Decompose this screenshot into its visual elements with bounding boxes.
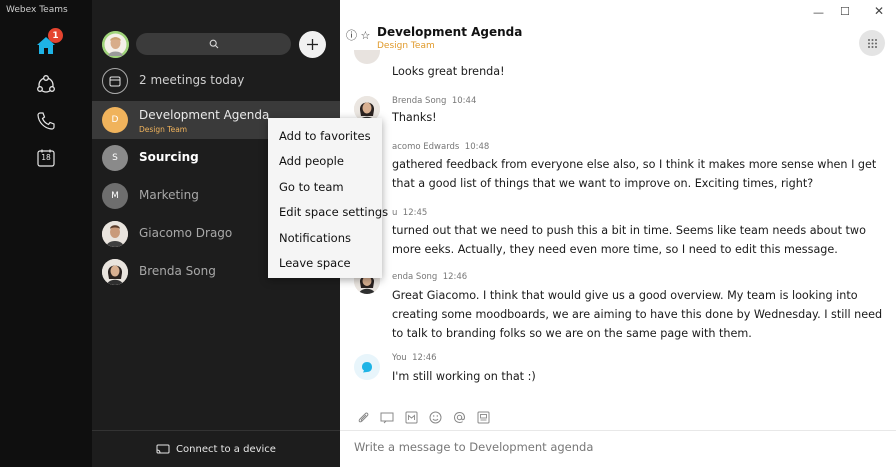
message-text: Looks great brenda! [392,65,505,78]
message-text: gathered feedback from everyone else als… [392,158,877,190]
message-author: You [392,353,407,363]
person-photo-icon [102,221,128,247]
webex-app: Webex Teams 1 18 2 meetings today D Deve… [0,0,896,467]
message-time: 10:48 [464,142,490,152]
message-author: enda Song [392,272,438,282]
space-title: Brenda Song [139,264,216,278]
home-nav[interactable]: 1 [32,28,63,59]
space-avatar: S [102,145,128,171]
message-text: Thanks! [392,111,437,124]
person-photo-icon [102,259,128,285]
teams-icon [37,75,55,93]
message-meta: Brenda Song 10:44 [392,96,476,106]
message-meta: acomo Edwards 10:48 [392,142,489,152]
person-avatar [102,259,128,285]
search-input[interactable] [136,33,291,55]
person-avatar [102,221,128,247]
emoji-icon[interactable] [428,410,442,424]
mention-icon[interactable] [452,410,466,424]
message-author: Brenda Song [392,96,447,106]
message-author: u [392,208,398,218]
message-time: 12:46 [442,272,468,282]
message-time: 12:46 [412,353,437,363]
message-meta: You 12:46 [392,353,437,363]
message-text: I'm still working on that :) [392,370,536,383]
minimize-icon[interactable]: — [813,6,824,19]
create-space-button[interactable] [299,31,326,58]
message-avatar [354,354,380,380]
space-title: Giacomo Drago [139,226,233,240]
star-icon[interactable]: ☆ [361,29,371,42]
meetings-today-row[interactable]: 2 meetings today [92,62,340,100]
message-avatar [354,50,380,64]
grid-icon [867,38,877,48]
message-meta: u 12:45 [392,208,427,218]
connect-device-button[interactable]: Connect to a device [92,430,340,467]
space-title: Sourcing [139,150,199,164]
user-photo-icon [102,31,129,58]
gif-icon[interactable] [476,410,490,424]
space-avatar: M [102,183,128,209]
info-icon[interactable]: ⓘ [346,29,357,42]
meetings-nav[interactable]: 18 [32,144,60,172]
message-time: 10:44 [451,96,477,106]
compose-toolbar [356,410,490,426]
user-avatar[interactable] [102,31,129,58]
markdown-icon[interactable] [404,410,418,424]
chat-subtitle[interactable]: Design Team [377,41,435,51]
chat-title: Development Agenda [377,25,523,39]
space-title: Development Agenda [139,108,270,122]
apps-button[interactable] [859,30,885,56]
message-input[interactable] [354,440,874,454]
message-author: acomo Edwards [392,142,460,152]
search-icon [209,39,218,49]
home-badge: 1 [48,28,63,43]
maximize-icon[interactable]: ☐ [840,5,850,18]
message-time: 12:45 [402,208,428,218]
menu-add-to-favorites[interactable]: Add to favorites [268,123,382,149]
calendar-small-icon [109,76,121,87]
calls-nav[interactable] [32,107,60,135]
space-subtitle: Design Team [139,125,188,134]
app-title: Webex Teams [6,5,68,15]
space-context-menu: Add to favorites Add people Go to team E… [268,118,388,278]
menu-edit-space-settings[interactable]: Edit space settings [268,200,388,226]
attach-icon[interactable] [356,410,370,424]
menu-leave-space[interactable]: Leave space [268,251,382,277]
connect-device-label: Connect to a device [176,443,276,455]
nav-rail: Webex Teams 1 18 [0,0,92,467]
chat-header: ⓘ ☆ Development Agenda Design Team — ☐ ✕ [340,0,896,60]
space-avatar: D [102,107,128,133]
meetings-today-label: 2 meetings today [139,73,245,87]
meetings-avatar [102,68,128,94]
calendar-day: 18 [41,153,51,162]
message-text: turned out that we need to push this a b… [392,224,866,256]
chat-bubble-icon [354,354,380,380]
header-icons: ⓘ ☆ [346,27,370,43]
message-text: Great Giacomo. I think that would give u… [392,289,883,340]
menu-add-people[interactable]: Add people [268,149,382,175]
message-meta: enda Song 12:46 [392,272,467,282]
menu-go-to-team[interactable]: Go to team [268,174,382,200]
compose-area [340,430,896,467]
chat-panel: ⓘ ☆ Development Agenda Design Team — ☐ ✕… [340,0,896,467]
whiteboard-icon[interactable] [380,410,394,424]
space-title: Marketing [139,188,199,202]
cast-icon [156,444,170,453]
phone-icon [37,112,55,130]
close-icon[interactable]: ✕ [874,4,884,18]
teams-nav[interactable] [32,70,60,98]
menu-notifications[interactable]: Notifications [268,225,382,251]
plus-icon [307,39,318,50]
